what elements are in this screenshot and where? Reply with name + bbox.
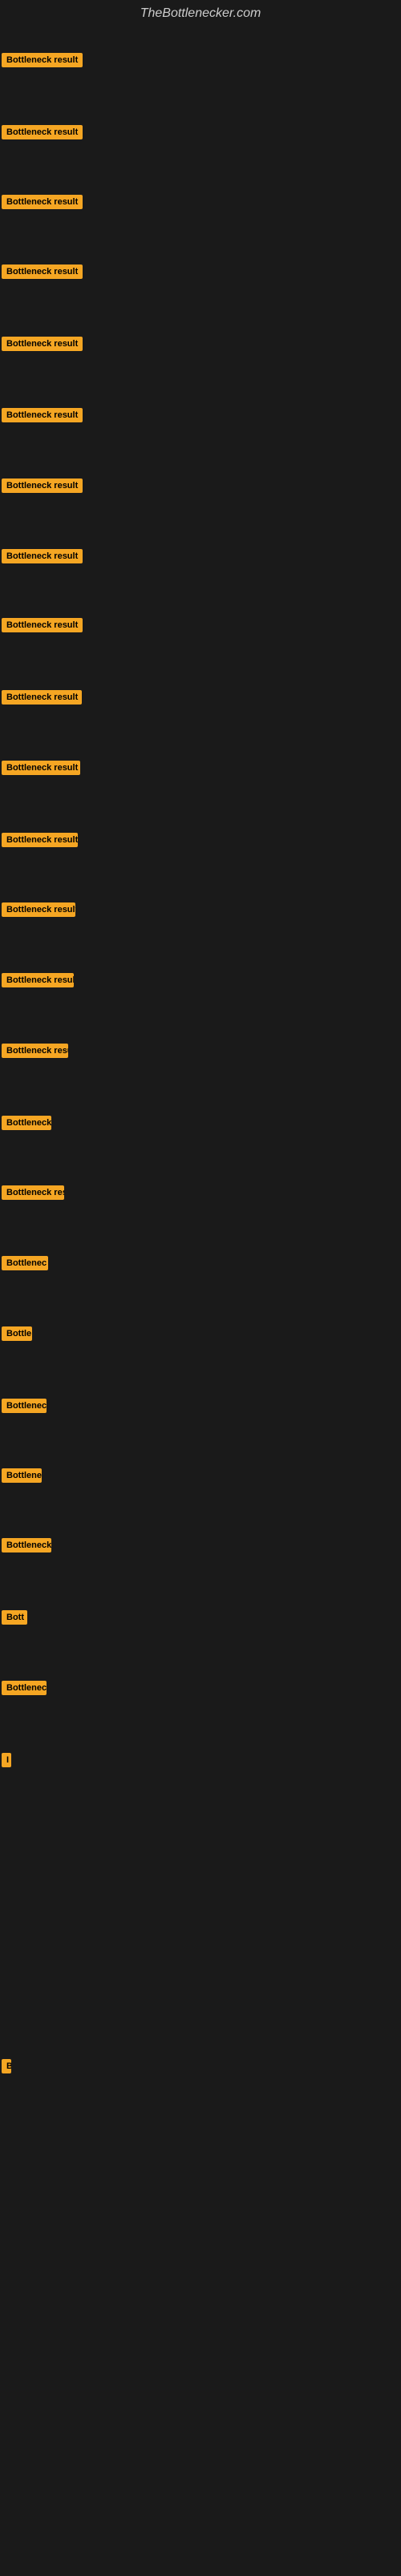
bottleneck-result-row-6: Bottleneck result	[2, 408, 83, 426]
bottleneck-badge-7[interactable]: Bottleneck result	[2, 478, 83, 493]
bottleneck-badge-16[interactable]: Bottleneck	[2, 1116, 51, 1130]
bottleneck-badge-21[interactable]: Bottlene	[2, 1468, 42, 1483]
bottleneck-result-row-17: Bottleneck res	[2, 1185, 64, 1204]
bottleneck-result-row-15: Bottleneck resu	[2, 1044, 68, 1062]
bottleneck-badge-2[interactable]: Bottleneck result	[2, 125, 83, 139]
bottleneck-result-row-8: Bottleneck result	[2, 549, 83, 567]
bottleneck-result-row-25: I	[2, 1753, 11, 1771]
bottleneck-badge-18[interactable]: Bottlenec	[2, 1256, 48, 1270]
bottleneck-result-row-4: Bottleneck result	[2, 264, 83, 283]
site-title: TheBottlenecker.com	[0, 0, 401, 27]
bottleneck-badge-10[interactable]: Bottleneck result	[2, 690, 82, 705]
bottleneck-badge-25[interactable]: I	[2, 1753, 11, 1767]
bottleneck-result-row-19: Bottle	[2, 1326, 32, 1345]
site-header: TheBottlenecker.com	[0, 0, 401, 27]
bottleneck-result-row-21: Bottlene	[2, 1468, 42, 1487]
bottleneck-result-row-12: Bottleneck result	[2, 833, 78, 851]
bottleneck-result-row-23: Bott	[2, 1610, 27, 1629]
bottleneck-badge-5[interactable]: Bottleneck result	[2, 337, 83, 351]
results-container: Bottleneck result Bottleneck result Bottle…	[0, 27, 401, 2576]
bottleneck-result-row-10: Bottleneck result	[2, 690, 82, 709]
bottleneck-badge-19[interactable]: Bottle	[2, 1326, 32, 1341]
bottleneck-result-row-24: Bottlenec	[2, 1681, 47, 1699]
bottleneck-badge-8[interactable]: Bottleneck result	[2, 549, 83, 563]
bottleneck-badge-20[interactable]: Bottlenec	[2, 1399, 47, 1413]
bottleneck-badge-24[interactable]: Bottlenec	[2, 1681, 47, 1695]
bottleneck-badge-9[interactable]: Bottleneck result	[2, 618, 83, 632]
bottleneck-badge-4[interactable]: Bottleneck result	[2, 264, 83, 279]
bottleneck-badge-6[interactable]: Bottleneck result	[2, 408, 83, 422]
bottleneck-badge-12[interactable]: Bottleneck result	[2, 833, 78, 847]
bottleneck-badge-15[interactable]: Bottleneck resu	[2, 1044, 68, 1058]
bottleneck-result-row-14: Bottleneck result	[2, 973, 74, 991]
bottleneck-result-row-18: Bottlenec	[2, 1256, 48, 1274]
bottleneck-result-row-7: Bottleneck result	[2, 478, 83, 497]
bottleneck-badge-22[interactable]: Bottleneck	[2, 1538, 51, 1552]
bottleneck-result-row-20: Bottlenec	[2, 1399, 47, 1417]
bottleneck-badge-23[interactable]: Bott	[2, 1610, 27, 1625]
bottleneck-badge-17[interactable]: Bottleneck res	[2, 1185, 64, 1200]
bottleneck-result-row-3: Bottleneck result	[2, 195, 83, 213]
bottleneck-result-row-1: Bottleneck result	[2, 53, 83, 71]
bottleneck-result-row-11: Bottleneck result	[2, 761, 80, 779]
bottleneck-result-row-9: Bottleneck result	[2, 618, 83, 636]
bottleneck-badge-1[interactable]: Bottleneck result	[2, 53, 83, 67]
bottleneck-result-row-16: Bottleneck	[2, 1116, 51, 1134]
bottleneck-badge-11[interactable]: Bottleneck result	[2, 761, 80, 775]
bottleneck-result-row-5: Bottleneck result	[2, 337, 83, 355]
bottleneck-badge-14[interactable]: Bottleneck result	[2, 973, 74, 987]
bottleneck-result-row-22: Bottleneck	[2, 1538, 51, 1557]
bottleneck-result-row-13: Bottleneck result	[2, 902, 75, 921]
bottleneck-badge-13[interactable]: Bottleneck result	[2, 902, 75, 917]
bottleneck-result-row-2: Bottleneck result	[2, 125, 83, 143]
bottleneck-result-row-26: B	[2, 2059, 11, 2077]
bottleneck-badge-26[interactable]: B	[2, 2059, 11, 2073]
bottleneck-badge-3[interactable]: Bottleneck result	[2, 195, 83, 209]
